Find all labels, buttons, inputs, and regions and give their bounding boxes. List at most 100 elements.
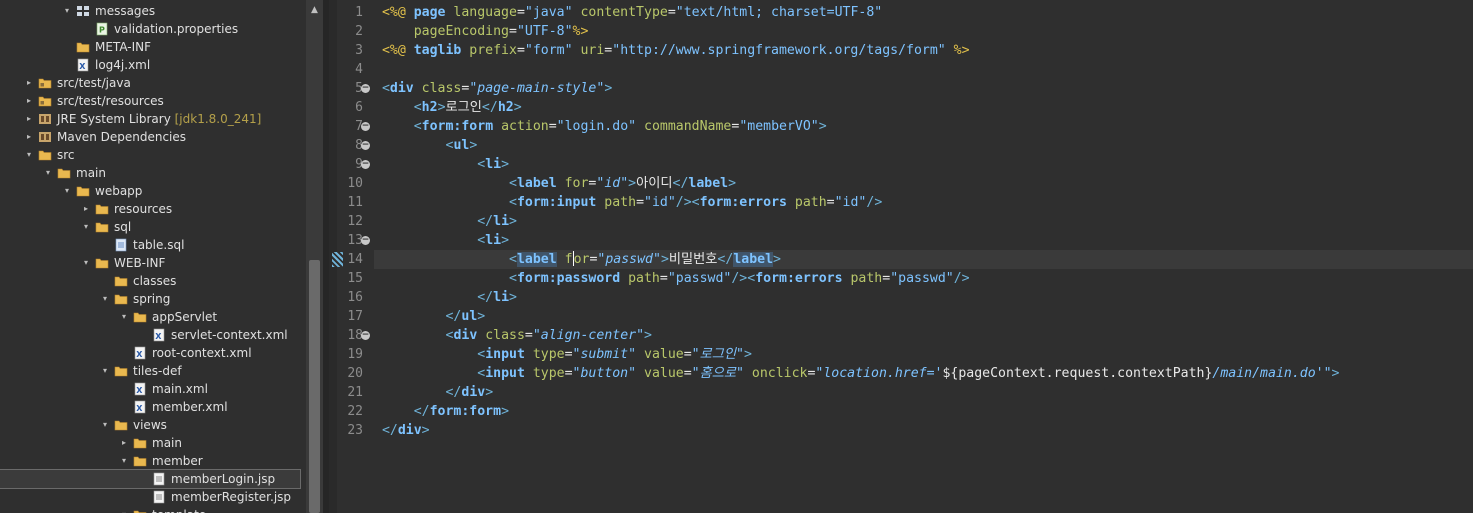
tree-item[interactable]: memberRegister.jsp (0, 488, 306, 506)
code-line[interactable]: pageEncoding="UTF-8"%> (374, 22, 1473, 41)
collapse-arrow-icon[interactable]: ▾ (100, 416, 110, 434)
collapse-arrow-icon[interactable]: ▾ (100, 362, 110, 380)
code-token: > (501, 233, 510, 248)
code-token: for (564, 176, 589, 191)
code-line[interactable]: <form:form action="login.do" commandName… (374, 117, 1473, 136)
code-token: "button" (572, 366, 645, 381)
fold-toggle-icon[interactable]: − (361, 141, 370, 150)
tree-item[interactable]: Xservlet-context.xml (0, 326, 306, 344)
code-line[interactable]: </ul> (374, 307, 1473, 326)
code-line[interactable]: <label for="passwd">비밀번호</label> (374, 250, 1473, 269)
tree-item[interactable]: Pvalidation.properties (0, 20, 306, 38)
fold-toggle-icon[interactable]: − (361, 331, 370, 340)
expand-arrow-icon[interactable]: ▸ (81, 200, 91, 218)
collapse-arrow-icon[interactable]: ▾ (119, 308, 129, 326)
tree-item[interactable]: ▾ messages (0, 2, 306, 20)
code-line[interactable]: </form:form> (374, 402, 1473, 421)
code-line[interactable]: <form:input path="id"/><form:errors path… (374, 193, 1473, 212)
code-token: = (659, 271, 668, 286)
code-token: path (604, 195, 637, 210)
code-line[interactable]: <li> (374, 231, 1473, 250)
collapse-arrow-icon[interactable]: ▾ (62, 2, 72, 20)
code-line[interactable]: <form:password path="passwd"/><form:erro… (374, 269, 1473, 288)
tree-item[interactable]: ▾ template (0, 506, 306, 513)
collapse-arrow-icon[interactable]: ▾ (119, 506, 129, 513)
collapse-arrow-icon[interactable]: ▾ (119, 452, 129, 470)
tree-item[interactable]: Xlog4j.xml (0, 56, 306, 74)
code-line[interactable]: </li> (374, 212, 1473, 231)
code-editor[interactable]: 1 2 3 4 5−6 7−8−9−10 11 12 13−14 15 16 17 18−19 20 21 2… (329, 0, 1473, 513)
occurrence-marker-icon (332, 252, 343, 267)
tree-item[interactable]: ▾ appServlet (0, 308, 306, 326)
code-line[interactable]: <h2>로그인</h2> (374, 98, 1473, 117)
folder-icon (95, 256, 109, 270)
tree-item[interactable]: ▸ main (0, 434, 306, 452)
code-token: </ (413, 404, 430, 419)
tree-item[interactable]: ▸ src/test/resources (0, 92, 306, 110)
code-line[interactable]: <input type="button" value="홈으로" onclick… (374, 364, 1473, 383)
code-area[interactable]: <%@ page language="java" contentType="te… (374, 0, 1473, 513)
expand-arrow-icon[interactable]: ▸ (119, 434, 129, 452)
code-line[interactable] (374, 60, 1473, 79)
code-line[interactable]: <li> (374, 155, 1473, 174)
tree-item[interactable]: ▾ src (0, 146, 306, 164)
code-token: "java" (524, 5, 581, 20)
code-line[interactable]: </div> (374, 383, 1473, 402)
code-line[interactable]: <input type="submit" value="로그인"> (374, 345, 1473, 364)
expand-arrow-icon[interactable]: ▸ (24, 128, 34, 146)
folder-icon (133, 454, 147, 468)
tree-item[interactable]: ▾ spring (0, 290, 306, 308)
collapse-arrow-icon[interactable]: ▾ (24, 146, 34, 164)
tree-item[interactable]: Xroot-context.xml (0, 344, 306, 362)
code-token: "align-center" (532, 328, 645, 343)
code-line[interactable]: <div class="page-main-style"> (374, 79, 1473, 98)
tree-item[interactable]: Xmember.xml (0, 398, 306, 416)
tree-item[interactable]: ▸ Maven Dependencies (0, 128, 306, 146)
collapse-arrow-icon[interactable]: ▾ (43, 164, 53, 182)
collapse-arrow-icon[interactable]: ▾ (100, 290, 110, 308)
tree-item[interactable]: ▾ main (0, 164, 306, 182)
tree-item[interactable]: ▾ sql (0, 218, 306, 236)
expand-arrow-icon[interactable]: ▸ (24, 110, 34, 128)
expand-arrow-icon[interactable]: ▸ (24, 74, 34, 92)
tree-item[interactable]: META-INF (0, 38, 306, 56)
tree-item[interactable]: ▾ views (0, 416, 306, 434)
scroll-up-icon[interactable]: ▲ (306, 0, 323, 18)
code-line[interactable]: <%@ taglib prefix="form" uri="http://www… (374, 41, 1473, 60)
tree-item[interactable]: ▾ tiles-def (0, 362, 306, 380)
tree-item[interactable]: ▸ resources (0, 200, 306, 218)
fold-toggle-icon[interactable]: − (361, 84, 370, 93)
line-padding (374, 290, 382, 305)
collapse-arrow-icon[interactable]: ▾ (62, 182, 72, 200)
code-token: = (826, 195, 835, 210)
fold-toggle-icon[interactable]: − (361, 236, 370, 245)
tree-item[interactable]: table.sql (0, 236, 306, 254)
tree-item[interactable]: ▾ webapp (0, 182, 306, 200)
collapse-arrow-icon[interactable]: ▾ (81, 218, 91, 236)
tree-item[interactable]: classes (0, 272, 306, 290)
collapse-arrow-icon[interactable]: ▾ (81, 254, 91, 272)
code-line[interactable]: <label for="id">아이디</label> (374, 174, 1473, 193)
line-number: 15 (347, 271, 363, 286)
code-line[interactable]: <ul> (374, 136, 1473, 155)
fold-toggle-icon[interactable]: − (361, 160, 370, 169)
tree-item[interactable]: ▾ WEB-INF (0, 254, 306, 272)
code-line[interactable]: <%@ page language="java" contentType="te… (374, 3, 1473, 22)
code-token: li (485, 233, 502, 248)
expand-arrow-icon[interactable]: ▸ (24, 92, 34, 110)
code-line[interactable]: <div class="align-center"> (374, 326, 1473, 345)
tree-item[interactable]: Xmain.xml (0, 380, 306, 398)
tree-item[interactable]: ▾ member (0, 452, 306, 470)
code-line[interactable]: </div> (374, 421, 1473, 440)
tree-item[interactable]: ▸ src/test/java (0, 74, 306, 92)
code-token: </ (445, 309, 462, 324)
code-line[interactable]: </li> (374, 288, 1473, 307)
tree-item-label: main.xml (152, 382, 208, 396)
explorer-scrollbar[interactable]: ▲ (306, 0, 323, 513)
code-token: />< (675, 195, 700, 210)
tree-item[interactable]: ▸ JRE System Library [jdk1.8.0_241] (0, 110, 306, 128)
scrollbar-thumb[interactable] (309, 260, 320, 513)
fold-toggle-icon[interactable]: − (361, 122, 370, 131)
tree-item[interactable]: memberLogin.jsp (0, 469, 301, 489)
